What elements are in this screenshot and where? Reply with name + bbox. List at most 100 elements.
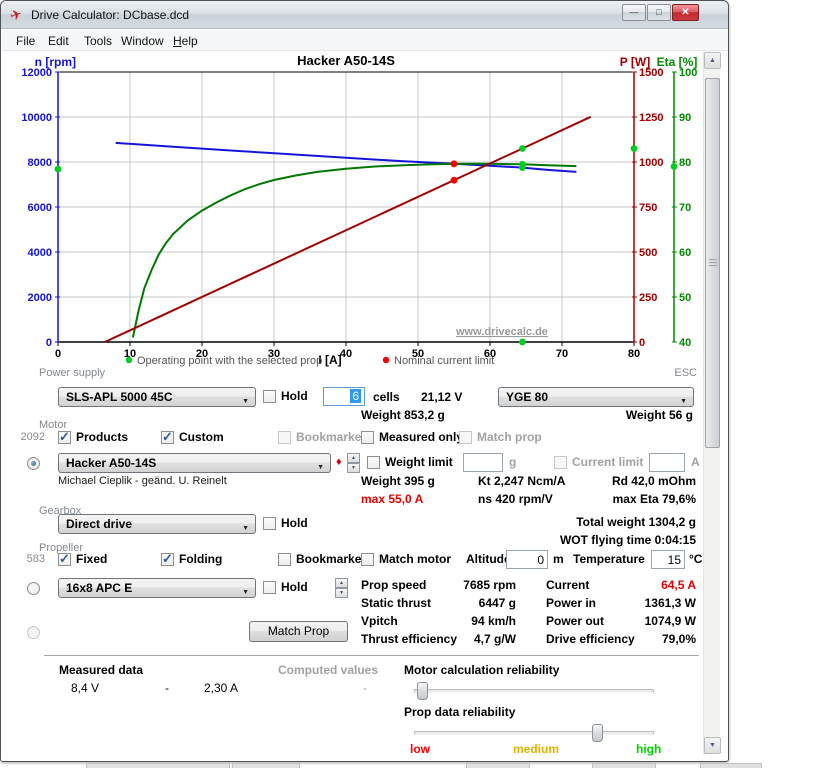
gearbox-hold-checkbox[interactable]: ✓ (263, 517, 276, 530)
result-label: Current (546, 578, 589, 592)
motor-dropdown[interactable]: Hacker A50-14S ▼ (58, 453, 331, 473)
power-supply-section-label: Power supply (39, 367, 105, 379)
svg-text:1000: 1000 (639, 157, 663, 169)
motor-filter-bookmarked-checkbox[interactable]: ✓ (278, 431, 291, 444)
dropdown-arrow-icon: ▼ (242, 393, 249, 407)
measured-data-title: Measured data (59, 663, 143, 677)
esc-dropdown[interactable]: YGE 80 ▼ (498, 387, 694, 407)
motor-filter-measured-only-checkbox[interactable]: ✓ (361, 431, 374, 444)
scrollbar-grip (709, 259, 717, 266)
measured-voltage: 8,4 V (71, 681, 99, 695)
measured-current: 2,30 A (204, 681, 238, 695)
propeller-select-radio[interactable] (27, 582, 40, 595)
esc-section-label: ESC (642, 367, 697, 379)
svg-text:Hacker A50-14S: Hacker A50-14S (297, 53, 395, 68)
spinner-down-icon[interactable]: ▼ (347, 463, 360, 473)
prop-reliability-slider[interactable] (414, 731, 654, 735)
motor-count: 2092 (17, 431, 45, 443)
svg-text:1250: 1250 (639, 112, 663, 124)
prop-reliability-slider-thumb[interactable] (592, 724, 603, 742)
prop-filter-match-motor-checkbox[interactable]: ✓ (361, 553, 374, 566)
svg-text:90: 90 (679, 112, 691, 124)
result-value: 1361,3 W (616, 596, 696, 610)
current-limit-input[interactable] (649, 453, 685, 472)
power-supply-hold-checkbox[interactable]: ✓ (263, 390, 276, 403)
motor-author: Michael Cieplik - geänd. U. Reinelt (58, 475, 227, 487)
svg-text:n [rpm]: n [rpm] (35, 55, 76, 69)
altitude-unit: m (553, 552, 564, 566)
propeller-hold-checkbox[interactable]: ✓ (263, 581, 276, 594)
scroll-up-button[interactable]: ▲ (704, 52, 721, 69)
motor-select-radio[interactable] (27, 457, 40, 470)
gearbox-dropdown[interactable]: Direct drive ▼ (58, 514, 256, 534)
scrollbar-thumb[interactable] (705, 78, 720, 448)
motor-rd: Rd 42,0 mOhm (576, 474, 696, 488)
minimize-icon: — (630, 7, 639, 17)
cells-input[interactable]: 6 (323, 387, 365, 406)
power-supply-dropdown[interactable]: SLS-APL 5000 45C ▼ (58, 387, 256, 407)
menu-file[interactable]: File (12, 33, 39, 49)
motor-filter-custom-checkbox[interactable]: ✓ (161, 431, 174, 444)
altitude-input[interactable] (506, 550, 548, 569)
motor-filter-products-checkbox[interactable]: ✓ (58, 431, 71, 444)
minimize-button[interactable]: — (622, 4, 646, 21)
current-limit-unit: A (691, 455, 700, 469)
temperature-unit: °C (689, 552, 702, 566)
power-supply-selected: SLS-APL 5000 45C (66, 390, 173, 404)
menu-tools[interactable]: Tools (80, 33, 116, 49)
motor-reliability-slider-thumb[interactable] (417, 682, 428, 700)
svg-text:0: 0 (46, 337, 52, 349)
prop-filter-match-motor-label: Match motor (379, 552, 451, 566)
menu-help[interactable]: Help (169, 33, 202, 49)
result-label: Power out (546, 614, 604, 628)
screen: ✈ Drive Calculator: DCbase.dcd — □ ✕ Fil… (0, 0, 819, 768)
scroll-down-icon: ▼ (709, 742, 716, 749)
wot-flying-time: WOT flying time 0:04:15 (496, 533, 696, 547)
temperature-input[interactable] (651, 550, 685, 569)
propeller-dropdown[interactable]: 16x8 APC E ▼ (58, 578, 256, 598)
maximize-button[interactable]: □ (647, 4, 671, 21)
svg-text:Operating point with the selec: Operating point with the selected prop (137, 355, 322, 367)
svg-text:750: 750 (639, 202, 657, 214)
result-value-current: 64,5 A (616, 578, 696, 592)
battery-weight: Weight 853,2 g (361, 408, 445, 422)
result-value: 7685 rpm (446, 578, 516, 592)
maximize-icon: □ (656, 7, 661, 17)
weight-limit-input[interactable] (463, 453, 503, 472)
propeller-spinner[interactable]: ▲ ▼ (335, 578, 348, 598)
title-bar[interactable]: ✈ Drive Calculator: DCbase.dcd — □ ✕ (1, 1, 728, 29)
spinner-down-icon[interactable]: ▼ (335, 588, 348, 598)
scroll-down-button[interactable]: ▼ (704, 737, 721, 754)
result-value: 79,0% (616, 632, 696, 646)
reliability-medium-label: medium (513, 742, 559, 756)
motor-max-eta: max Eta 79,6% (576, 492, 696, 506)
motor-filter-match-prop-checkbox[interactable]: ✓ (459, 431, 472, 444)
close-icon: ✕ (681, 7, 689, 18)
motor-reliability-slider[interactable] (414, 689, 654, 693)
result-label: Prop speed (361, 578, 426, 592)
match-prop-button[interactable]: Match Prop (249, 621, 348, 642)
svg-text:70: 70 (679, 202, 691, 214)
svg-text:8000: 8000 (28, 157, 52, 169)
esc-weight: Weight 56 g (593, 408, 693, 422)
motor-spinner[interactable]: ▲ ▼ (347, 453, 360, 473)
propeller-hold-label: Hold (281, 580, 308, 594)
prop-filter-fixed-checkbox[interactable]: ✓ (58, 553, 71, 566)
vertical-scrollbar[interactable]: ▲ ▼ (703, 52, 720, 754)
weight-limit-checkbox[interactable]: ✓ (367, 456, 380, 469)
prop-filter-bookmarked-checkbox[interactable]: ✓ (278, 553, 291, 566)
spinner-up-icon[interactable]: ▲ (335, 578, 348, 588)
spinner-up-icon[interactable]: ▲ (347, 453, 360, 463)
menu-edit[interactable]: Edit (44, 33, 73, 49)
reliability-low-label: low (410, 742, 430, 756)
prop-filter-folding-checkbox[interactable]: ✓ (161, 553, 174, 566)
motor-filter-match-prop-label: Match prop (477, 430, 542, 444)
current-limit-checkbox[interactable]: ✓ (554, 456, 567, 469)
result-label: Static thrust (361, 596, 431, 610)
svg-text:www.drivecalc.de: www.drivecalc.de (455, 326, 548, 338)
close-button[interactable]: ✕ (672, 4, 699, 21)
match-prop-radio[interactable] (27, 626, 40, 639)
bottom-separator (44, 655, 699, 656)
propeller-selected: 16x8 APC E (66, 581, 132, 595)
menu-window[interactable]: Window (117, 33, 168, 49)
